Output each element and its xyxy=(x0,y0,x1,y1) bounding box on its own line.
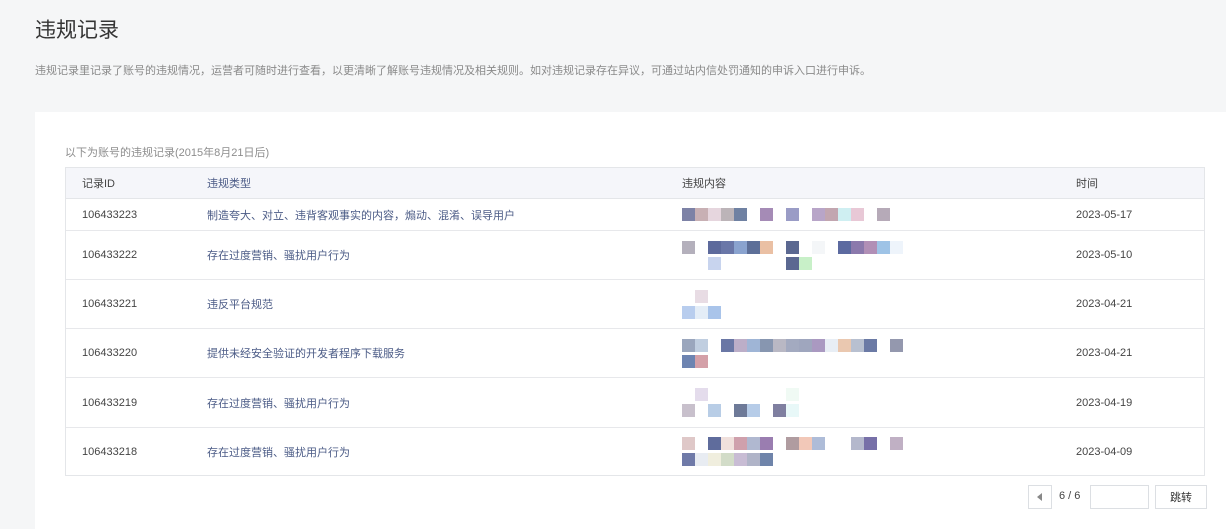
record-content-redacted xyxy=(682,199,922,230)
table-row: 106433220 提供未经安全验证的开发者程序下载服务 2023-04-21 xyxy=(66,329,1204,378)
records-table: 记录ID 违规类型 违规内容 时间 106433223 制造夸大、对立、违背客观… xyxy=(65,167,1205,476)
table-row: 106433221 违反平台规范 2023-04-21 xyxy=(66,280,1204,329)
column-header-content: 违规内容 xyxy=(682,178,726,190)
record-id: 106433222 xyxy=(82,249,138,261)
record-content-redacted xyxy=(682,329,922,377)
record-type: 制造夸大、对立、违背客观事实的内容，煽动、混淆、误导用户 xyxy=(207,209,515,222)
record-id: 106433218 xyxy=(82,445,138,458)
record-time: 2023-04-19 xyxy=(1076,396,1133,409)
column-header-time: 时间 xyxy=(1076,178,1098,190)
record-type: 违反平台规范 xyxy=(207,299,273,311)
record-content-redacted xyxy=(682,280,922,328)
record-type: 存在过度营销、骚扰用户行为 xyxy=(207,250,350,262)
page-description: 违规记录里记录了账号的违规情况，运营者可随时进行查看，以更清晰了解账号违规情况及… xyxy=(35,65,871,77)
record-content-redacted xyxy=(682,231,922,279)
record-id: 106433223 xyxy=(82,208,138,221)
page-number-input[interactable] xyxy=(1090,485,1149,509)
records-panel: 以下为账号的违规记录(2015年8月21日后) 记录ID 违规类型 违规内容 时… xyxy=(35,112,1226,529)
page-header: 违规记录 违规记录里记录了账号的违规情况，运营者可随时进行查看，以更清晰了解账号… xyxy=(0,0,1226,112)
record-type: 提供未经安全验证的开发者程序下载服务 xyxy=(207,348,405,360)
table-row: 106433223 制造夸大、对立、违背客观事实的内容，煽动、混淆、误导用户 2… xyxy=(66,199,1204,231)
records-subtitle: 以下为账号的违规记录(2015年8月21日后) xyxy=(65,147,270,159)
record-id: 106433221 xyxy=(82,298,138,310)
page-title: 违规记录 xyxy=(35,19,119,42)
record-time: 2023-04-21 xyxy=(1076,347,1133,359)
table-row: 106433218 存在过度营销、骚扰用户行为 2023-04-09 xyxy=(66,428,1204,475)
record-time: 2023-05-17 xyxy=(1076,208,1133,221)
record-id: 106433220 xyxy=(82,347,138,359)
table-row: 106433222 存在过度营销、骚扰用户行为 2023-05-10 xyxy=(66,231,1204,280)
record-time: 2023-04-21 xyxy=(1076,298,1133,310)
record-content-redacted xyxy=(682,378,922,427)
column-header-id: 记录ID xyxy=(82,178,115,190)
page-indicator: 6 / 6 xyxy=(1059,490,1081,502)
prev-page-button[interactable] xyxy=(1028,485,1052,509)
record-type: 存在过度营销、骚扰用户行为 xyxy=(207,446,350,459)
record-type: 存在过度营销、骚扰用户行为 xyxy=(207,397,350,410)
jump-button[interactable]: 跳转 xyxy=(1155,485,1207,509)
table-header: 记录ID 违规类型 违规内容 时间 xyxy=(66,168,1204,199)
triangle-left-icon xyxy=(1037,493,1042,501)
record-content-redacted xyxy=(682,428,922,475)
record-time: 2023-04-09 xyxy=(1076,445,1133,458)
column-header-type: 违规类型 xyxy=(207,178,251,190)
record-id: 106433219 xyxy=(82,396,138,409)
table-row: 106433219 存在过度营销、骚扰用户行为 2023-04-19 xyxy=(66,378,1204,428)
record-time: 2023-05-10 xyxy=(1076,249,1133,261)
